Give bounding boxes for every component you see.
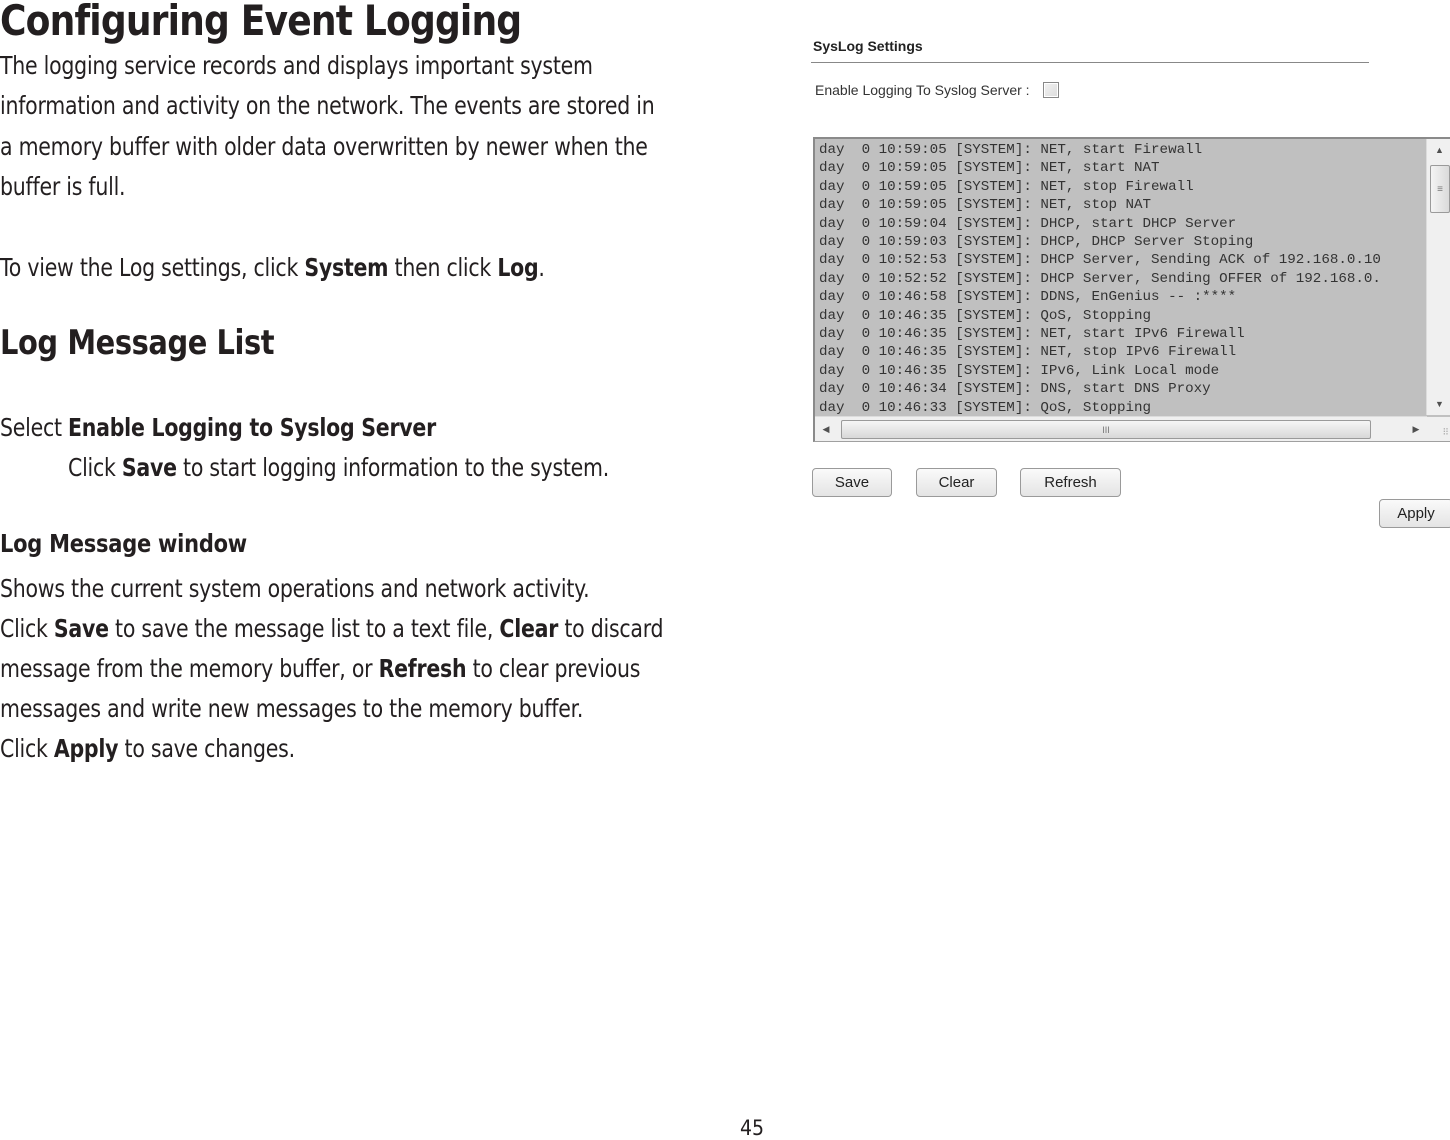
text: to save the message list to a text file, [108,614,500,643]
log-line: day 0 10:59:04 [SYSTEM]: DHCP, start DHC… [819,215,1237,232]
horizontal-scrollbar[interactable]: ◀ III ▶ [815,416,1427,441]
syslog-settings-title: SysLog Settings [813,38,923,54]
log-keyword: Log [497,253,539,282]
enable-logging-label: Enable Logging To Syslog Server : [815,82,1030,98]
window-line-2: Click Save to save the message list to a… [0,609,664,650]
save-keyword: Save [121,453,177,482]
section-heading: Log Message List [0,323,275,363]
vertical-scrollbar[interactable]: ▲ ≡ ▼ [1426,139,1450,415]
clear-keyword: Clear [499,614,559,643]
select-prefix: Select [0,413,69,442]
log-line: day 0 10:46:35 [SYSTEM]: NET, start IPv6… [819,326,1245,343]
log-line: day 0 10:59:05 [SYSTEM]: NET, stop Firew… [819,178,1194,195]
text: message from the memory buffer, or [0,654,379,683]
enable-logging-keyword: Enable Logging to Syslog Server [68,413,436,442]
page-title: Configuring Event Logging [0,0,522,45]
view-suffix: . [538,253,545,282]
text: to save changes. [118,734,296,763]
intro-line-3: a memory buffer with older data overwrit… [0,132,648,161]
text: to discard [558,614,664,643]
log-line: day 0 10:59:03 [SYSTEM]: DHCP, DHCP Serv… [819,234,1254,251]
system-keyword: System [304,253,389,282]
log-line: day 0 10:46:33 [SYSTEM]: QoS, Stopping [819,399,1152,416]
enable-logging-row: Enable Logging To Syslog Server : [815,82,1059,98]
log-line: day 0 10:46:35 [SYSTEM]: NET, stop IPv6 … [819,344,1237,361]
save-keyword: Save [53,614,109,643]
log-line: day 0 10:46:35 [SYSTEM]: IPv6, Link Loca… [819,362,1220,379]
click-save-line: Click Save to start logging information … [68,448,609,489]
intro-line-4: buffer is full. [0,172,126,201]
log-line: day 0 10:46:35 [SYSTEM]: QoS, Stopping [819,307,1152,324]
scroll-left-icon[interactable]: ◀ [817,420,835,438]
refresh-keyword: Refresh [378,654,467,683]
view-prefix: To view the Log settings, click [0,253,305,282]
save-button[interactable]: Save [812,468,892,497]
clear-button[interactable]: Clear [916,468,997,497]
click-prefix: Click [68,453,122,482]
log-line: day 0 10:52:53 [SYSTEM]: DHCP Server, Se… [819,252,1381,269]
scroll-down-icon[interactable]: ▼ [1427,395,1450,413]
text: Click [0,614,54,643]
window-line-3: message from the memory buffer, or Refre… [0,649,640,690]
apply-keyword: Apply [53,734,119,763]
resize-grip-icon[interactable]: ⠿ [1427,417,1450,441]
select-line: Select Enable Logging to Syslog Server [0,408,436,449]
text: to clear previous [466,654,641,683]
intro-line-1: The logging service records and displays… [0,51,593,80]
scroll-up-icon[interactable]: ▲ [1427,141,1450,159]
view-instruction: To view the Log settings, click System t… [0,248,545,289]
intro-line-2: information and activity on the network.… [0,91,655,120]
click-suffix: to start logging information to the syst… [176,453,610,482]
log-line: day 0 10:59:05 [SYSTEM]: NET, stop NAT [819,197,1152,214]
log-line: day 0 10:46:58 [SYSTEM]: DDNS, EnGenius … [819,289,1237,306]
subsection-heading: Log Message window [0,529,247,558]
log-message-window[interactable]: day 0 10:59:05 [SYSTEM]: NET, start Fire… [813,137,1450,442]
log-line: day 0 10:52:52 [SYSTEM]: DHCP Server, Se… [819,270,1381,287]
window-line-1: Shows the current system operations and … [0,574,590,603]
log-line: day 0 10:46:34 [SYSTEM]: DNS, start DNS … [819,381,1211,398]
horizontal-scroll-thumb[interactable]: III [841,420,1371,439]
text: Click [0,734,54,763]
syslog-settings-panel: SysLog Settings Enable Logging To Syslog… [805,30,1450,540]
page-number: 45 [740,1116,765,1140]
vertical-scroll-thumb[interactable]: ≡ [1430,165,1450,213]
scroll-right-icon[interactable]: ▶ [1407,420,1425,438]
view-middle: then click [388,253,498,282]
apply-button[interactable]: Apply [1379,499,1450,528]
title-divider [811,62,1369,63]
log-line: day 0 10:59:05 [SYSTEM]: NET, start NAT [819,160,1160,177]
log-line: day 0 10:59:05 [SYSTEM]: NET, start Fire… [819,142,1203,158]
window-line-5: Click Apply to save changes. [0,729,295,770]
log-lines: day 0 10:59:05 [SYSTEM]: NET, start Fire… [819,141,1425,417]
enable-logging-checkbox[interactable] [1042,82,1059,98]
refresh-button[interactable]: Refresh [1020,468,1121,497]
window-line-4: messages and write new messages to the m… [0,694,584,723]
